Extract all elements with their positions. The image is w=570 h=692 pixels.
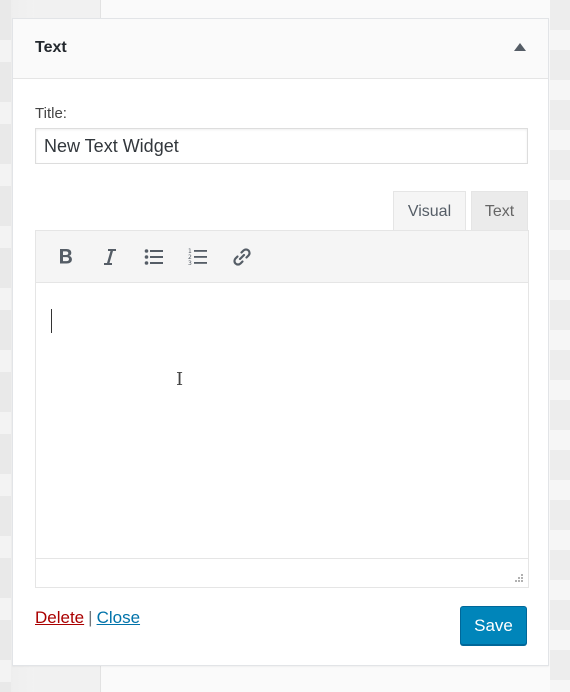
italic-button[interactable] [88,239,132,275]
background-strip-right [550,0,570,692]
editor-content-area[interactable] [36,283,528,559]
bulleted-list-button[interactable] [132,239,176,275]
save-button[interactable]: Save [460,606,527,645]
separator: | [88,608,93,627]
text-cursor-icon: I [176,369,184,390]
editor-toolbar: 1 2 3 [36,231,528,283]
widget-toggle-button[interactable] [508,35,532,59]
svg-text:3: 3 [188,260,192,267]
link-button[interactable] [220,239,264,275]
numbered-list-button[interactable]: 1 2 3 [176,239,220,275]
numbered-list-icon: 1 2 3 [188,248,207,267]
title-label: Title: [35,105,67,122]
bulleted-list-icon [144,248,163,265]
widget-header[interactable]: Text [13,19,548,79]
rich-text-editor: 1 2 3 I [35,230,529,588]
close-link[interactable]: Close [97,608,140,627]
italic-icon [104,248,116,265]
resize-handle-icon[interactable] [512,571,524,583]
tab-text[interactable]: Text [471,191,528,231]
text-widget: Text Title: Visual Text [12,18,549,666]
bold-icon [60,248,72,263]
delete-link[interactable]: Delete [35,608,84,627]
bold-button[interactable] [44,239,88,275]
link-icon [233,247,251,266]
text-caret [51,309,52,333]
title-input[interactable] [35,128,528,164]
tab-visual[interactable]: Visual [393,191,466,231]
background-strip [0,0,11,692]
widget-actions: Delete | Close [35,608,140,628]
triangle-up-icon [514,43,526,51]
editor-statusbar [36,558,528,587]
widget-title: Text [35,39,67,56]
